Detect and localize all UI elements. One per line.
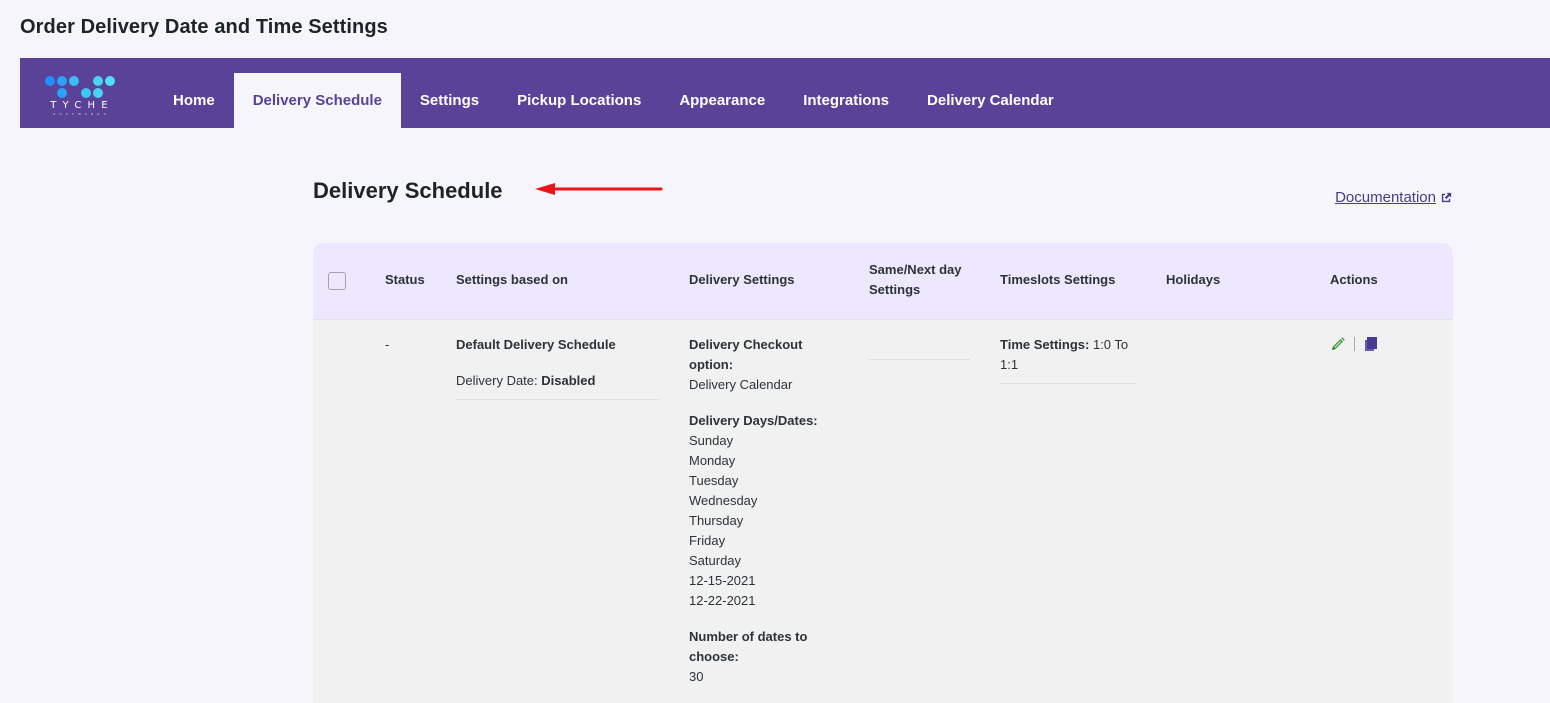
nav-tabs: Home Delivery Schedule Settings Pickup L…: [154, 73, 1073, 128]
documentation-link[interactable]: Documentation: [1335, 189, 1453, 206]
num-dates-label: Number of dates to: [689, 629, 808, 644]
time-settings-value-cont: 1:1: [1000, 357, 1019, 372]
delivery-date-status: Delivery Date: Disabled: [456, 371, 659, 391]
tab-appearance[interactable]: Appearance: [660, 73, 784, 128]
row-timeslots: Time Settings: 1:0 To 1:1: [1000, 335, 1136, 375]
page-title: Order Delivery Date and Time Settings: [20, 16, 388, 38]
logo-dot: [57, 76, 67, 86]
section-title: Delivery Schedule: [313, 178, 503, 203]
same-next-day-divider: [869, 359, 970, 360]
tyche-logo[interactable]: TYCHE SOFTWARES: [44, 74, 116, 118]
header-timeslots-settings[interactable]: Timeslots Settings: [1000, 270, 1115, 290]
delivery-date-value: Disabled: [541, 373, 596, 388]
day-item: Wednesday: [689, 493, 758, 508]
num-dates-label-cont: choose:: [689, 649, 739, 664]
logo-dot: [93, 88, 103, 98]
logo-dot: [81, 88, 91, 98]
day-item: Saturday: [689, 553, 742, 568]
checkout-option-label: Delivery Checkout: [689, 337, 803, 352]
logo-subtitle: SOFTWARES: [53, 112, 110, 116]
copy-duplicate-icon[interactable]: [1363, 336, 1379, 352]
edit-pencil-icon[interactable]: [1330, 336, 1346, 352]
schedule-name[interactable]: Default Delivery Schedule: [456, 335, 659, 355]
header-actions: Actions: [1330, 272, 1378, 287]
select-all-checkbox[interactable]: [328, 272, 346, 290]
tab-home[interactable]: Home: [154, 73, 234, 128]
row-settings-based-on: Default Delivery Schedule Delivery Date:…: [456, 335, 659, 391]
time-settings: Time Settings: 1:0 To: [1000, 335, 1136, 355]
header-delivery-settings[interactable]: Delivery Settings: [689, 270, 795, 290]
header-settings-based-on[interactable]: Settings based on: [456, 270, 568, 290]
num-dates-value: 30: [689, 669, 704, 684]
red-arrow-annotation: [535, 183, 663, 195]
checkout-option-label-cont: option:: [689, 357, 734, 372]
table-header: Status Settings based on Delivery Settin…: [313, 243, 1453, 320]
day-item: Sunday: [689, 433, 734, 448]
delivery-date-label: Delivery Date:: [456, 373, 538, 388]
tab-integrations[interactable]: Integrations: [784, 73, 908, 128]
logo-dot: [105, 76, 115, 86]
logo-dot: [69, 76, 79, 86]
checkout-option-value: Delivery Calendar: [689, 377, 793, 392]
row-actions: [1330, 336, 1379, 352]
header-same-next-day-line2: Settings: [869, 282, 921, 297]
time-settings-value: 1:0 To: [1092, 337, 1129, 352]
day-item: Friday: [689, 533, 726, 548]
cell-divider: [456, 399, 659, 400]
actions-divider: [1354, 337, 1355, 351]
tab-delivery-calendar[interactable]: Delivery Calendar: [908, 73, 1073, 128]
date-item: 12-15-2021: [689, 573, 756, 588]
logo-wordmark: TYCHE: [50, 100, 114, 111]
tab-settings[interactable]: Settings: [401, 73, 498, 128]
logo-dot: [93, 76, 103, 86]
tab-delivery-schedule[interactable]: Delivery Schedule: [233, 73, 401, 128]
days-dates-label: Delivery Days/Dates:: [689, 413, 818, 428]
tab-pickup-locations[interactable]: Pickup Locations: [498, 73, 660, 128]
time-settings-label: Time Settings:: [1000, 337, 1090, 352]
header-same-next-day-line1: Same/Next day: [869, 262, 962, 277]
logo-dot: [45, 76, 55, 86]
external-link-icon: [1441, 192, 1452, 203]
header-status[interactable]: Status: [385, 270, 425, 290]
delivery-schedule-table: Status Settings based on Delivery Settin…: [313, 243, 1453, 703]
day-item: Thursday: [689, 513, 744, 528]
top-navigation-bar: TYCHE SOFTWARES Home Delivery Schedule S…: [20, 58, 1550, 128]
header-holidays[interactable]: Holidays: [1166, 270, 1220, 290]
row-delivery-settings: Delivery Checkout option: Delivery Calen…: [689, 335, 849, 687]
day-item: Monday: [689, 453, 736, 468]
logo-dot: [57, 88, 67, 98]
timeslots-divider: [1000, 383, 1136, 384]
date-item: 12-22-2021: [689, 593, 756, 608]
documentation-link-label: Documentation: [1335, 189, 1436, 206]
row-status: -: [385, 337, 390, 352]
day-item: Tuesday: [689, 473, 739, 488]
header-same-next-day[interactable]: Same/Next day Settings: [869, 260, 962, 300]
